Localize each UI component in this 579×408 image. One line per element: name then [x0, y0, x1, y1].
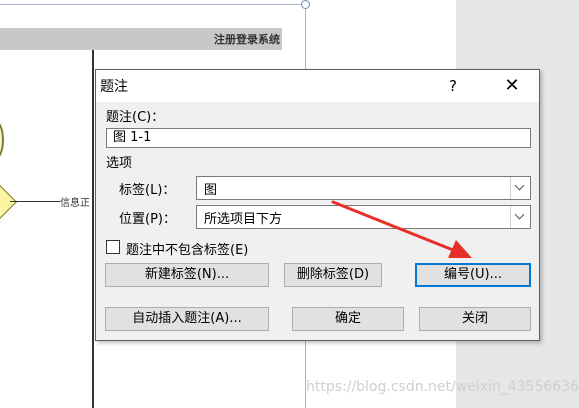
position-dropdown-value: 所选项目下方 [204, 212, 283, 227]
exclude-label-text[interactable]: 题注中不包含标签(E) [126, 239, 248, 258]
chevron-down-icon[interactable] [510, 206, 530, 228]
close-button[interactable]: ✕ [497, 72, 527, 100]
close-dialog-button[interactable]: 关闭 [419, 307, 531, 331]
new-label-button-text: 新建标签(N)... [144, 267, 230, 282]
help-button[interactable]: ? [439, 72, 467, 100]
caption-label: 题注(C)： [106, 110, 165, 125]
selection-frame-top [0, 4, 306, 5]
new-label-button[interactable]: 新建标签(N)... [105, 263, 269, 287]
exclude-label-checkbox[interactable] [106, 240, 120, 254]
delete-label-button-text: 删除标签(D) [296, 267, 370, 282]
chevron-down-icon[interactable] [510, 177, 530, 199]
ok-button-text: 确定 [334, 311, 361, 326]
numbering-button[interactable]: 编号(U)... [415, 263, 531, 287]
label-dropdown-value: 图 [204, 183, 218, 198]
caption-input[interactable]: 图 1-1 [106, 128, 531, 148]
delete-label-button[interactable]: 删除标签(D) [284, 263, 382, 287]
options-group-label: 选项 [106, 156, 133, 171]
position-dropdown[interactable]: 所选项目下方 [196, 205, 531, 229]
numbering-button-text: 编号(U)... [443, 267, 503, 282]
auto-caption-button-text: 自动插入题注(A)... [132, 311, 242, 326]
position-field-label: 位置(P)： [119, 212, 176, 227]
label-dropdown[interactable]: 图 [196, 176, 531, 200]
auto-caption-button[interactable]: 自动插入题注(A)... [105, 307, 269, 331]
ok-button[interactable]: 确定 [292, 307, 404, 331]
resize-handle[interactable] [301, 0, 310, 9]
dialog-title: 题注 [100, 79, 128, 95]
close-dialog-button-text: 关闭 [461, 311, 488, 326]
flowchart-node-label: 信息正 [60, 198, 90, 208]
label-field-label: 标签(L)： [119, 183, 176, 198]
dialog-titlebar[interactable]: 题注 ? ✕ [96, 70, 539, 102]
watermark: https://blog.csdn.net/weixin_43556636 [305, 379, 579, 395]
diagram-header-title: 注册登录系统 [214, 33, 280, 46]
swimlane-divider [92, 50, 94, 408]
flowchart-connector [10, 201, 60, 202]
caption-dialog: 题注 ? ✕ 题注(C)： 图 1-1 选项 标签(L)： 图 位置(P)： 所… [95, 69, 540, 341]
